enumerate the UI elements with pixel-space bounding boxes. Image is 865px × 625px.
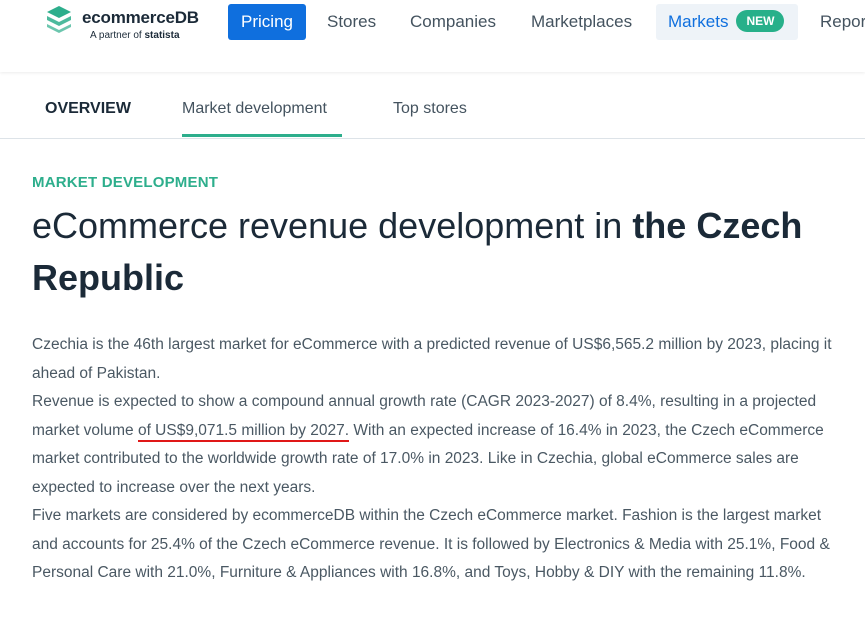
tab-market-development[interactable]: Market development xyxy=(182,100,327,118)
article-body: Czechia is the 46th largest market for e… xyxy=(32,331,832,588)
nav-reports[interactable]: Repor xyxy=(820,4,865,40)
nav-markets-label: Markets xyxy=(668,12,729,31)
tab-top-stores[interactable]: Top stores xyxy=(393,100,467,118)
logo-icon xyxy=(47,6,71,33)
tab-overview[interactable]: OVERVIEW xyxy=(45,100,131,118)
page-title: eCommerce revenue development in the Cze… xyxy=(32,200,842,304)
section-label: MARKET DEVELOPMENT xyxy=(32,174,219,191)
paragraph-1: Czechia is the 46th largest market for e… xyxy=(32,336,832,382)
paragraph-2: Revenue is expected to show a compound a… xyxy=(32,388,832,502)
nav-stores[interactable]: Stores xyxy=(327,4,376,40)
new-badge: NEW xyxy=(736,9,785,32)
highlighted-projection: of US$9,071.5 million by 2027. xyxy=(137,421,350,442)
paragraph-3: Five markets are considered by ecommerce… xyxy=(32,507,830,581)
nav-marketplaces[interactable]: Marketplaces xyxy=(531,4,632,40)
top-navigation: ecommerceDB A partner of statista Pricin… xyxy=(0,0,865,72)
sub-tabs: OVERVIEW Market development Top stores xyxy=(0,80,865,139)
title-normal: eCommerce revenue development in xyxy=(32,205,633,246)
nav-markets[interactable]: Markets NEW xyxy=(656,4,798,40)
logo-text: ecommerceDB xyxy=(82,8,199,27)
active-tab-indicator xyxy=(182,134,342,137)
nav-pricing[interactable]: Pricing xyxy=(228,4,306,40)
nav-companies[interactable]: Companies xyxy=(410,4,496,40)
logo-partner: A partner of statista xyxy=(90,30,180,41)
